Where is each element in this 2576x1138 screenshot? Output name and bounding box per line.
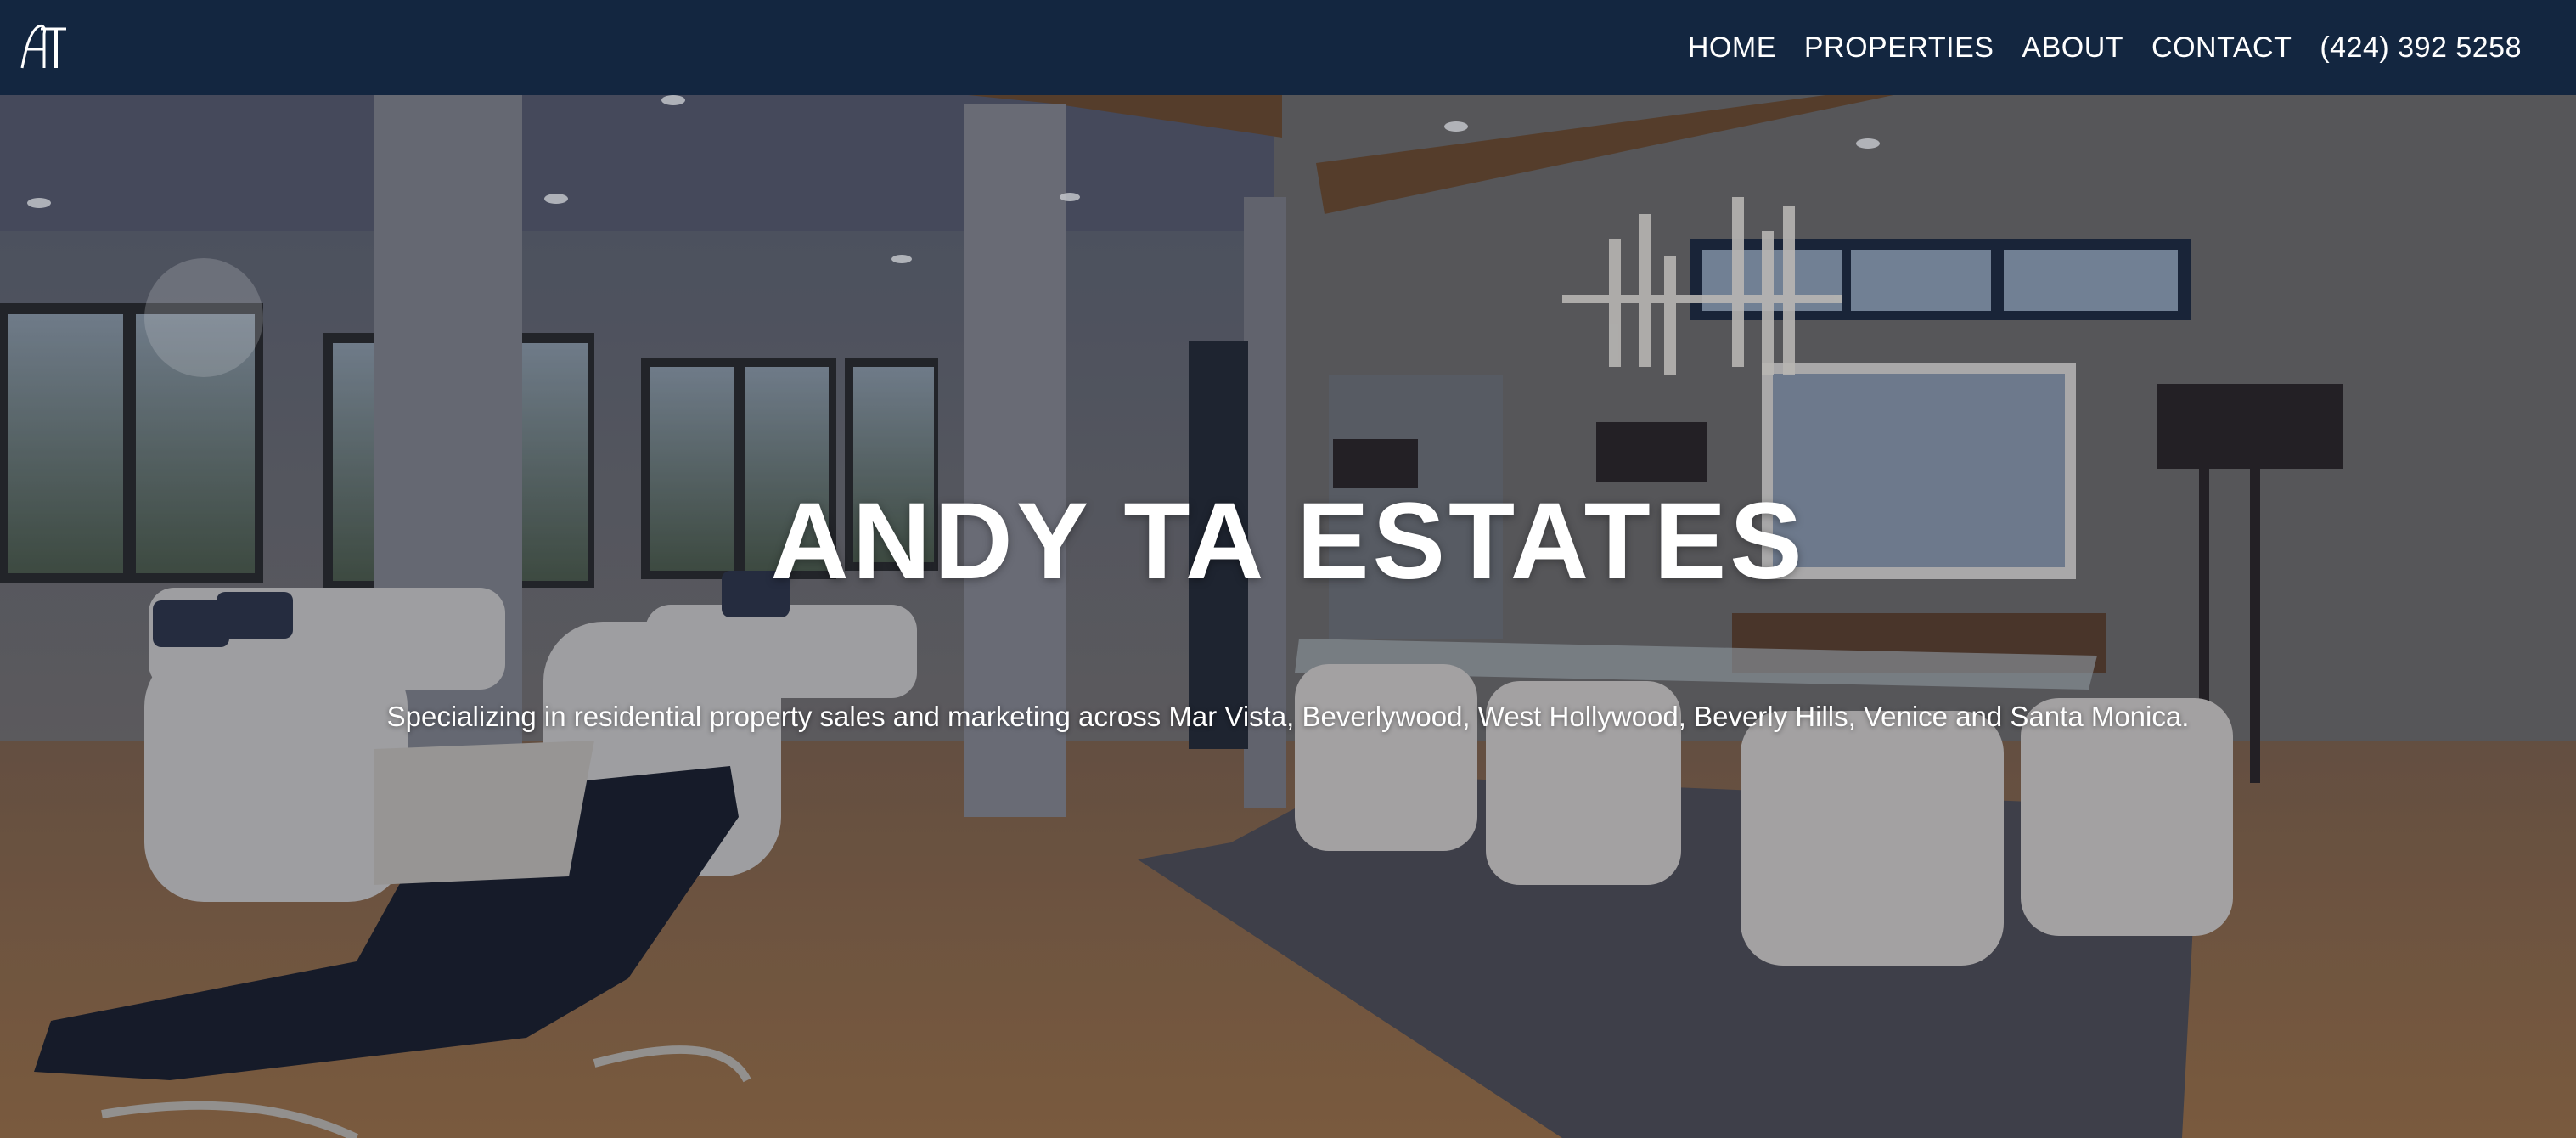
page: HOME PROPERTIES ABOUT CONTACT (424) 392 … bbox=[0, 0, 2576, 1138]
nav-about-link[interactable]: ABOUT bbox=[2022, 31, 2123, 65]
hero-section: ANDY TA ESTATES Specializing in resident… bbox=[0, 95, 2576, 1138]
nav-phone-link[interactable]: (424) 392 5258 bbox=[2320, 31, 2522, 65]
nav-contact-link[interactable]: CONTACT bbox=[2151, 31, 2292, 65]
hero-subtitle: Specializing in residential property sal… bbox=[386, 701, 2190, 732]
hero-title: ANDY TA ESTATES bbox=[770, 481, 1806, 602]
nav-home-link[interactable]: HOME bbox=[1688, 31, 1776, 65]
site-header: HOME PROPERTIES ABOUT CONTACT (424) 392 … bbox=[0, 0, 2576, 95]
logo-icon[interactable] bbox=[19, 22, 68, 70]
main-nav: HOME PROPERTIES ABOUT CONTACT (424) 392 … bbox=[1688, 0, 2522, 95]
nav-properties-link[interactable]: PROPERTIES bbox=[1804, 31, 1994, 65]
hero-overlay bbox=[0, 95, 2576, 1138]
